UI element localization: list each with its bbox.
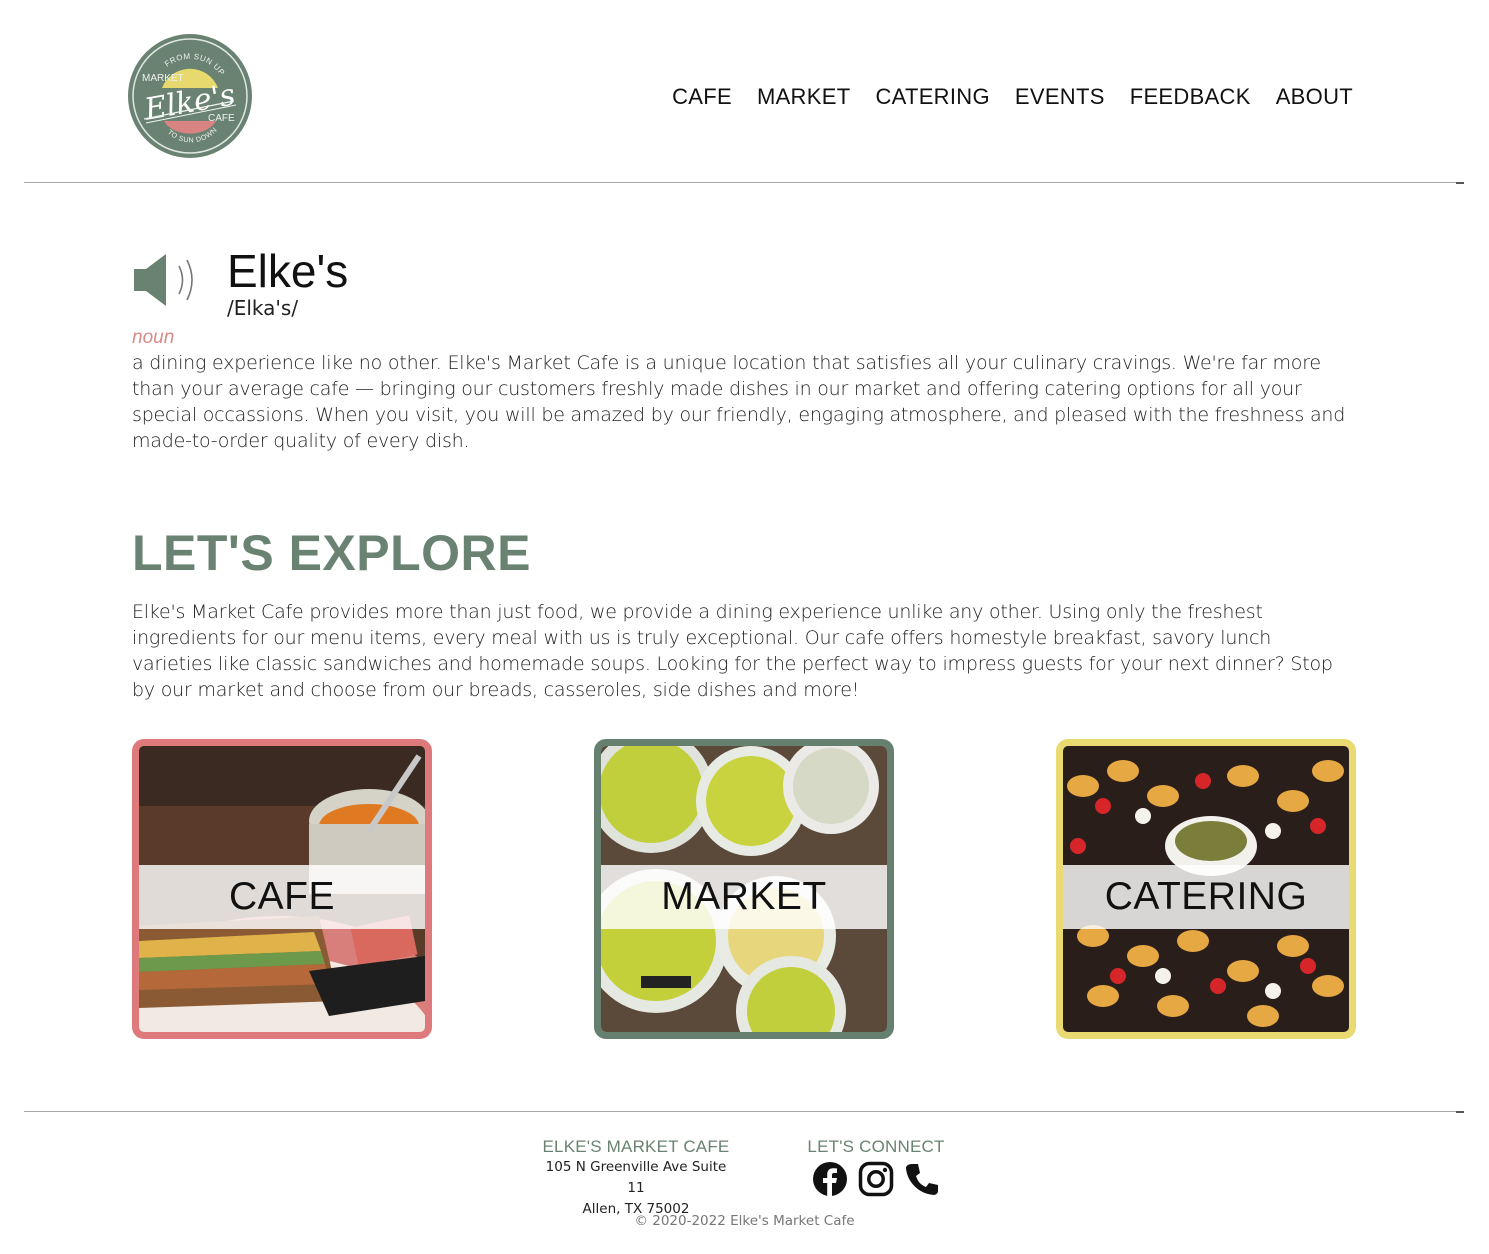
address-line-1: 105 N Greenville Ave Suite 11 [545,1159,727,1196]
market-label: MARKET [661,875,827,918]
market-label-band: MARKET [601,865,887,929]
connect-heading: LET'S CONNECT [807,1137,945,1156]
explore-title: LET'S EXPLORE [132,525,532,581]
nav-catering[interactable]: CATERING [875,84,989,110]
catering-label-band: CATERING [1063,865,1349,929]
header-divider [24,182,1464,184]
site-header: FROM SUN UP TO SUN DOWN MARKET CAFE Elke… [0,0,1489,184]
footer-divider [24,1111,1464,1113]
main-nav: CAFE MARKET CATERING EVENTS FEEDBACK ABO… [672,84,1353,110]
definition-text: a dining experience like no other. Elke'… [132,352,1346,452]
nav-events[interactable]: EVENTS [1015,84,1105,110]
cafe-label-band: CAFE [139,865,425,929]
instagram-icon[interactable] [858,1161,894,1197]
definition-word: Elke's [227,245,349,297]
page: FROM SUN UP TO SUN DOWN MARKET CAFE Elke… [0,0,1489,1254]
cafe-label: CAFE [228,875,335,918]
nav-market[interactable]: MARKET [757,84,850,110]
svg-text:MARKET: MARKET [142,73,184,84]
speaker-icon[interactable] [130,250,204,310]
card-cafe[interactable]: CAFE [132,739,432,1039]
card-catering[interactable]: CATERING [1056,739,1356,1039]
card-market[interactable]: MARKET [594,739,894,1039]
footer-address: ELKE'S MARKET CAFE 105 N Greenville Ave … [536,1137,736,1220]
catering-label: CATERING [1104,875,1308,918]
definition-phonetic: /Elka's/ [227,296,299,320]
nav-feedback[interactable]: FEEDBACK [1130,84,1251,110]
nav-cafe[interactable]: CAFE [672,84,732,110]
footer-connect: LET'S CONNECT [796,1137,956,1197]
footer-name: ELKE'S MARKET CAFE [542,1137,730,1156]
facebook-icon[interactable] [812,1161,848,1197]
part-of-speech: noun [132,327,175,348]
nav-about[interactable]: ABOUT [1276,84,1353,110]
elkes-logo[interactable]: FROM SUN UP TO SUN DOWN MARKET CAFE Elke… [126,33,254,159]
copyright: © 2020-2022 Elke's Market Cafe [634,1213,855,1229]
phone-icon[interactable] [904,1161,940,1197]
social-links [796,1161,956,1197]
explore-text: Elke's Market Cafe provides more than ju… [132,601,1333,701]
